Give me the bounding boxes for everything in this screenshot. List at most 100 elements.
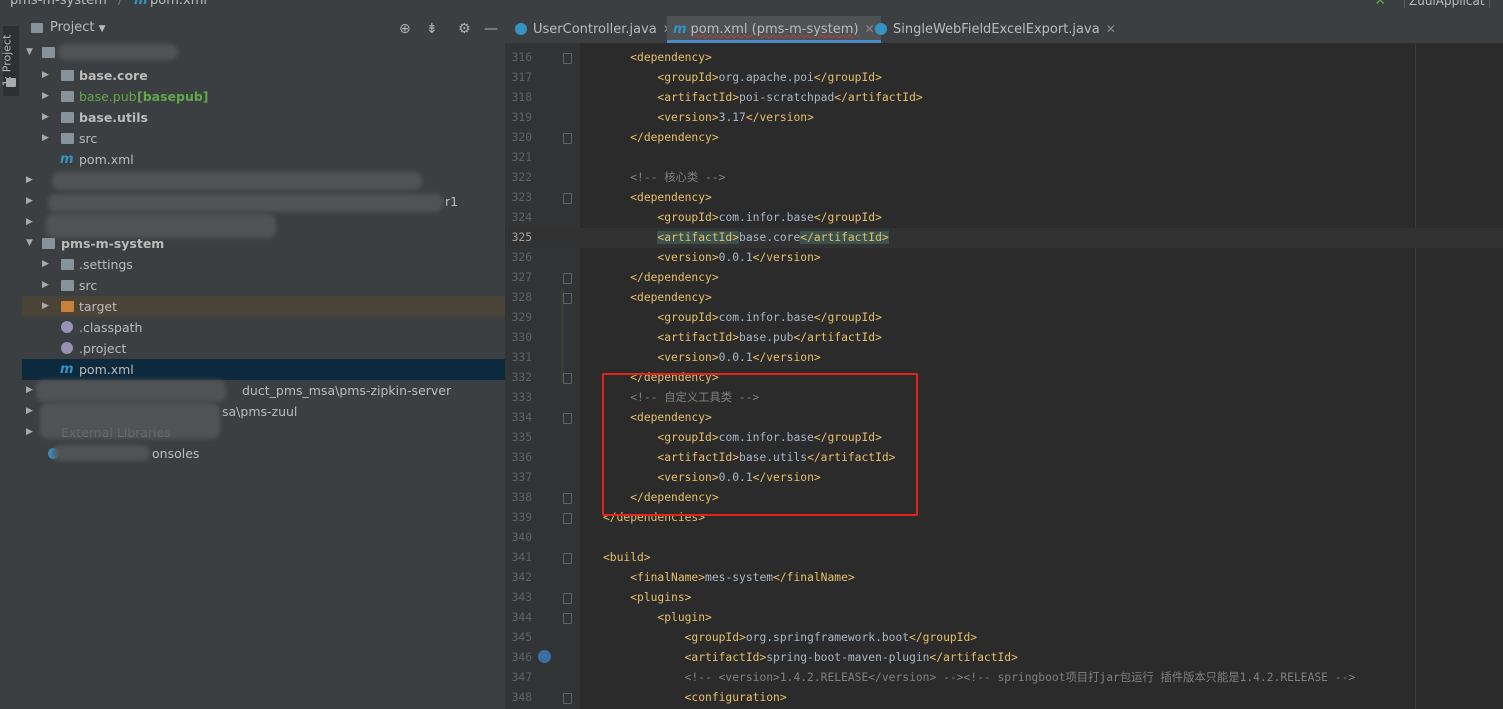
tab-pom-xml[interactable]: m pom.xml (pms-m-system) ✕ <box>667 16 881 43</box>
fold-marker-icon[interactable] <box>563 513 572 524</box>
code-line[interactable]: 325 <artifactId>base.core</artifactId> <box>505 228 1503 248</box>
code-line[interactable]: 328 <dependency> <box>505 288 1503 308</box>
line-number: 343 <box>511 591 532 604</box>
tree-row-settings[interactable]: ▶ .settings <box>22 254 505 275</box>
chevron-down-icon[interactable]: ▼ <box>26 233 33 254</box>
minimize-icon[interactable]: — <box>484 21 498 37</box>
project-view-selector[interactable]: Project ▼ <box>50 20 106 35</box>
fold-marker-icon[interactable] <box>563 293 572 304</box>
fold-marker-icon[interactable] <box>563 693 572 704</box>
code-line[interactable]: 331 <version>0.0.1</version> <box>505 348 1503 368</box>
redacted-region <box>58 44 178 60</box>
chevron-down-icon[interactable]: ▼ <box>26 42 33 63</box>
code-line[interactable]: 326 <version>0.0.1</version> <box>505 248 1503 268</box>
chevron-right-icon[interactable]: ▶ <box>26 170 33 191</box>
run-config-selector[interactable]: ZuulApplicat <box>1404 0 1490 8</box>
code-line[interactable]: 343 <plugins> <box>505 588 1503 608</box>
code-line[interactable]: 322 <!-- 核心类 --> <box>505 168 1503 188</box>
target-icon[interactable]: ⊕ <box>399 21 411 37</box>
chevron-right-icon[interactable]: ▶ <box>26 401 33 422</box>
tree-row-src[interactable]: ▶ src <box>22 128 505 149</box>
code-editor[interactable]: 316 <dependency> 317 <groupId>org.apache.… <box>505 43 1503 709</box>
chevron-right-icon[interactable]: ▶ <box>42 86 49 107</box>
tree-row-label: sa\pms-zuul <box>222 404 298 419</box>
build-hammer-icon[interactable]: ⚒ <box>1374 0 1386 8</box>
tree-row-pom-selected[interactable]: m pom.xml <box>22 359 505 380</box>
chevron-right-icon[interactable]: ▶ <box>42 128 49 149</box>
override-gutter-icon[interactable] <box>538 650 551 663</box>
code-line[interactable]: 321 <box>505 148 1503 168</box>
code-line[interactable]: 318 <artifactId>poi-scratchpad</artifact… <box>505 88 1503 108</box>
code-line[interactable]: 340 <box>505 528 1503 548</box>
tree-row-classpath[interactable]: .classpath <box>22 317 505 338</box>
fold-marker-icon[interactable] <box>563 373 572 384</box>
chevron-right-icon[interactable]: ▶ <box>26 380 33 401</box>
code-line[interactable]: 346 <artifactId>spring-boot-maven-plugin… <box>505 648 1503 668</box>
fold-marker-icon[interactable] <box>563 413 572 424</box>
close-icon[interactable]: ✕ <box>1106 22 1116 36</box>
chevron-right-icon[interactable]: ▶ <box>42 107 49 128</box>
tree-row-src[interactable]: ▶ src <box>22 275 505 296</box>
fold-marker-icon[interactable] <box>563 553 572 564</box>
code-line[interactable]: 320 </dependency> <box>505 128 1503 148</box>
fold-marker-icon[interactable] <box>563 613 572 624</box>
code-line[interactable]: 342 <finalName>mes-system</finalName> <box>505 568 1503 588</box>
line-number: 347 <box>511 671 532 684</box>
code-text: <dependency> <box>630 51 712 64</box>
module-tag: [basepub] <box>137 89 209 104</box>
tree-row-target[interactable]: ▶ target <box>22 296 505 317</box>
chevron-right-icon[interactable]: ▶ <box>42 275 49 296</box>
chevron-right-icon[interactable]: ▶ <box>26 422 33 443</box>
tree-row-base-utils[interactable]: ▶ base.utils <box>22 107 505 128</box>
breadcrumb-file[interactable]: pom.xml <box>150 0 207 8</box>
fold-marker-icon[interactable] <box>563 593 572 604</box>
chevron-right-icon[interactable]: ▶ <box>42 254 49 275</box>
gear-icon[interactable]: ⚙ <box>458 21 471 37</box>
breadcrumb-project[interactable]: pms-m-system <box>10 0 107 8</box>
tree-row-pom[interactable]: m pom.xml <box>22 149 505 170</box>
tree-row-pms-m-system[interactable]: ▼ pms-m-system <box>22 233 505 254</box>
chevron-right-icon[interactable]: ▶ <box>26 212 33 233</box>
breadcrumb-separator: / <box>118 0 123 8</box>
tree-row-base-core[interactable]: ▶ base.core <box>22 65 505 86</box>
code-line[interactable]: 327 </dependency> <box>505 268 1503 288</box>
code-line[interactable]: 324 <groupId>com.infor.base</groupId> <box>505 208 1503 228</box>
code-line[interactable]: 316 <dependency> <box>505 48 1503 68</box>
fold-marker-icon[interactable] <box>563 193 572 204</box>
fold-marker-icon[interactable] <box>563 133 572 144</box>
fold-marker-icon[interactable] <box>563 493 572 504</box>
chevron-right-icon[interactable]: ▶ <box>42 65 49 86</box>
chevron-right-icon[interactable]: ▶ <box>26 191 33 212</box>
highlight-annotation-box <box>602 373 918 516</box>
code-line[interactable]: 344 <plugin> <box>505 608 1503 628</box>
tab-singlewebfieldexcelexport[interactable]: SingleWebFieldExcelExport.java ✕ <box>875 16 1116 43</box>
tree-row-project[interactable]: .project <box>22 338 505 359</box>
tree-row-label: base.utils <box>79 110 148 125</box>
tree-row-base-pub[interactable]: ▶ base.pub [basepub] <box>22 86 505 107</box>
code-line[interactable]: 345 <groupId>org.springframework.boot</g… <box>505 628 1503 648</box>
code-line[interactable]: 317 <groupId>org.apache.poi</groupId> <box>505 68 1503 88</box>
project-panel: Project ▼ ⊕ ⇟ ⚙ — ▼ ▶ base.core ▶ base.p… <box>22 8 506 709</box>
code-line[interactable]: 329 <groupId>com.infor.base</groupId> <box>505 308 1503 328</box>
code-text: <artifactId>base.core</artifactId> <box>657 231 889 244</box>
line-number: 319 <box>511 111 532 124</box>
code-line[interactable]: 323 <dependency> <box>505 188 1503 208</box>
code-line[interactable]: 347 <!-- <version>1.4.2.RELEASE</version… <box>505 668 1503 688</box>
code-line[interactable]: 348 <configuration> <box>505 688 1503 708</box>
chevron-right-icon[interactable]: ▶ <box>42 296 49 317</box>
tab-usercontroller[interactable]: UserController.java✕ <box>515 16 673 43</box>
fold-marker-icon[interactable] <box>563 273 572 284</box>
collapse-icon[interactable]: ⇟ <box>426 21 438 37</box>
line-number: 332 <box>511 371 532 384</box>
folder-icon <box>61 133 74 144</box>
code-text: <build> <box>603 551 651 564</box>
line-number: 327 <box>511 271 532 284</box>
close-icon[interactable]: ✕ <box>865 22 875 36</box>
fold-marker-icon[interactable] <box>563 53 572 64</box>
code-text: <artifactId>spring-boot-maven-plugin</ar… <box>684 651 1018 664</box>
code-line[interactable]: 319 <version>3.17</version> <box>505 108 1503 128</box>
code-text: <groupId>com.infor.base</groupId> <box>657 311 882 324</box>
line-number: 324 <box>511 211 532 224</box>
code-line[interactable]: 330 <artifactId>base.pub</artifactId> <box>505 328 1503 348</box>
code-line[interactable]: 341 <build> <box>505 548 1503 568</box>
